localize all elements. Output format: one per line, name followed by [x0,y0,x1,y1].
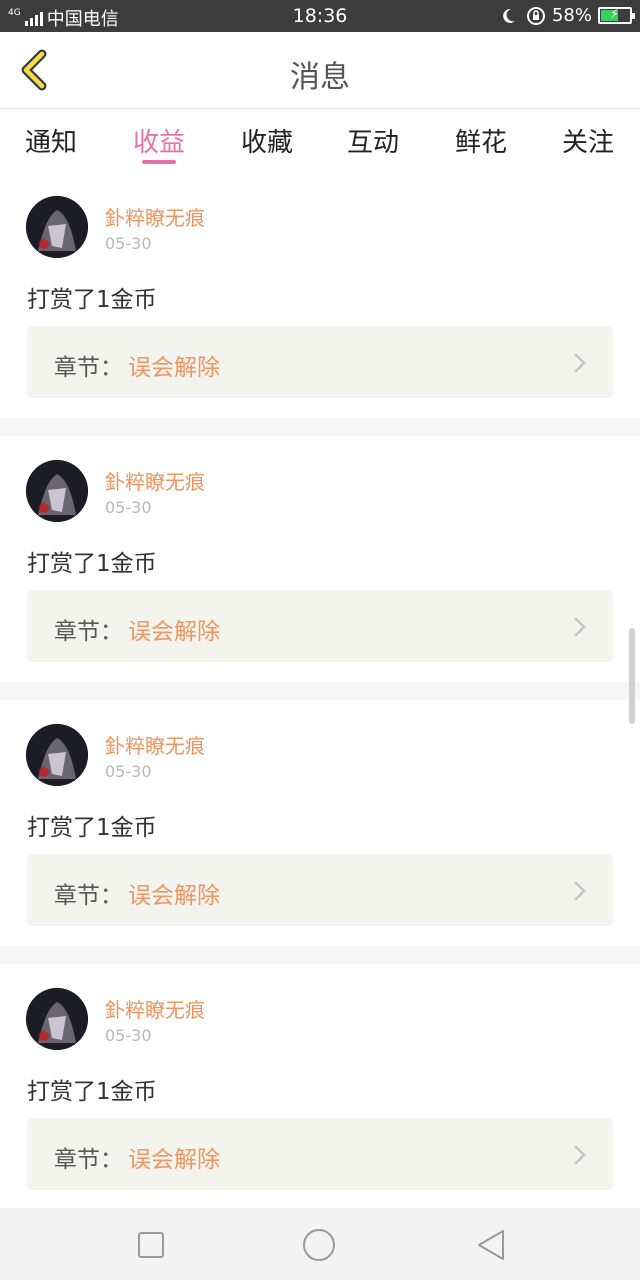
tab-favorites[interactable]: 收藏 [222,122,312,159]
chapter-name: 误会解除 [128,355,220,381]
username[interactable]: 釙粹瞭无痕 [105,466,205,495]
chapter-label: 章节： [54,1147,123,1173]
message-card: 釙粹瞭无痕 05-30 打赏了1金币 章节： 误会解除 [0,964,640,1210]
triangle-back-icon[interactable] [474,1228,508,1262]
message-date: 05-30 [105,234,152,253]
status-bar: 4G 中国电信 18:36 58% ⚡ [0,0,640,32]
chapter-link[interactable]: 章节： 误会解除 [27,590,613,662]
message-card: 釙粹瞭无痕 05-30 打赏了1金币 章节： 误会解除 [0,700,640,946]
message-text: 打赏了1金币 [27,1079,157,1105]
lock-rotation-icon [526,6,545,25]
message-card: 釙粹瞭无痕 05-30 打赏了1金币 章节： 误会解除 [0,436,640,682]
chapter-label: 章节： [54,619,123,645]
message-date: 05-30 [105,1026,152,1045]
tab-notifications[interactable]: 通知 [6,122,96,159]
chevron-right-icon [574,881,586,901]
message-text: 打赏了1金币 [27,551,157,577]
app-header: 消息 [0,32,640,109]
battery-charging-icon: ⚡ [598,7,635,24]
avatar[interactable] [26,460,88,522]
message-date: 05-30 [105,498,152,517]
message-text: 打赏了1金币 [27,815,157,841]
chevron-right-icon [574,617,586,637]
message-text: 打赏了1金币 [27,287,157,313]
username[interactable]: 釙粹瞭无痕 [105,202,205,231]
chapter-name: 误会解除 [128,619,220,645]
tab-interactions[interactable]: 互动 [328,122,418,159]
avatar[interactable] [26,724,88,786]
status-right: 58% ⚡ [502,5,635,26]
page-title: 消息 [290,60,350,95]
chapter-name: 误会解除 [128,1147,220,1173]
chapter-name: 误会解除 [128,883,220,909]
chapter-label: 章节： [54,355,123,381]
moon-icon [503,8,515,23]
tab-earnings[interactable]: 收益 [114,122,204,159]
username[interactable]: 釙粹瞭无痕 [105,994,205,1023]
tab-flowers[interactable]: 鲜花 [436,122,526,159]
chapter-link[interactable]: 章节： 误会解除 [27,854,613,926]
battery-percent: 58% [551,5,592,26]
system-nav-bar [0,1208,640,1280]
message-date: 05-30 [105,762,152,781]
chapter-link[interactable]: 章节： 误会解除 [27,1118,613,1190]
tab-follows[interactable]: 关注 [543,122,633,159]
chapter-link[interactable]: 章节： 误会解除 [27,326,613,398]
scrollbar[interactable] [629,628,635,724]
chevron-right-icon [574,1145,586,1165]
chapter-label: 章节： [54,883,123,909]
username[interactable]: 釙粹瞭无痕 [105,730,205,759]
message-card: 釙粹瞭无痕 05-30 打赏了1金币 章节： 误会解除 [0,172,640,418]
square-icon[interactable] [134,1228,168,1262]
active-tab-indicator [142,160,176,164]
avatar[interactable] [26,196,88,258]
chevron-right-icon [574,353,586,373]
avatar[interactable] [26,988,88,1050]
tab-bar: 通知 收益 收藏 互动 鲜花 关注 [0,110,640,172]
circle-icon[interactable] [302,1228,336,1262]
